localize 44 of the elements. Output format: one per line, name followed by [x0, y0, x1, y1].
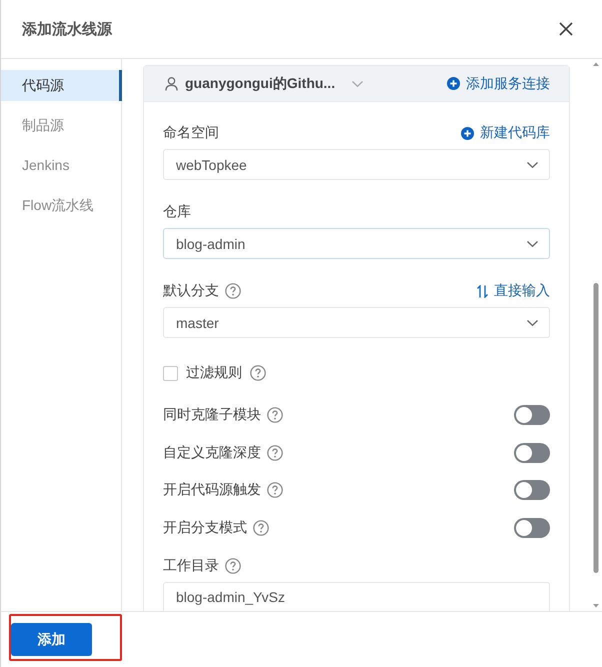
field-label: 仓库	[163, 203, 191, 221]
plus-circle-icon	[461, 126, 474, 140]
sidebar-item[interactable]: 制品源	[1, 110, 121, 141]
checkbox-label: 过滤规则	[186, 364, 242, 382]
field-label: 命名空间	[163, 124, 219, 142]
dialog-title: 添加流水线源	[22, 20, 112, 38]
select-field[interactable]: master	[163, 307, 550, 338]
sidebar-item[interactable]: 代码源	[1, 70, 122, 101]
account-select[interactable]: guanygongui的Githu...	[165, 74, 364, 92]
person-icon	[165, 76, 178, 90]
help-icon[interactable]	[250, 365, 266, 381]
toggle-label: 开启分支模式	[163, 518, 247, 536]
add-button[interactable]: 添加	[11, 623, 92, 656]
checkbox[interactable]	[163, 366, 178, 380]
help-icon[interactable]	[253, 520, 269, 536]
help-icon[interactable]	[225, 558, 241, 574]
action-link[interactable]: 添加服务连接	[447, 74, 550, 92]
action-link[interactable]: 直接输入	[477, 282, 550, 300]
chevron-down-icon	[527, 320, 538, 326]
sidebar-item[interactable]: Jenkins	[1, 150, 121, 181]
toggle-switch[interactable]	[514, 480, 550, 500]
help-icon[interactable]	[267, 482, 283, 498]
toggle-label: 开启代码源触发	[163, 481, 261, 499]
close-icon[interactable]	[559, 22, 573, 36]
select-field[interactable]: blog-admin	[163, 228, 550, 259]
toggle-label: 自定义克隆深度	[163, 444, 261, 462]
select-field[interactable]: webTopkee	[163, 149, 550, 180]
toggle-switch[interactable]	[514, 518, 550, 538]
text-field[interactable]: blog-admin_YvSz	[163, 582, 550, 611]
toggle-switch[interactable]	[514, 442, 550, 462]
field-label: 工作目录	[163, 556, 219, 574]
toggle-label: 同时克隆子模块	[163, 406, 261, 424]
sidebar-item[interactable]: Flow流水线	[1, 190, 121, 221]
chevron-down-icon	[527, 162, 538, 168]
swap-arrows-icon	[477, 284, 488, 298]
action-link[interactable]: 新建代码库	[461, 124, 550, 142]
toggle-switch[interactable]	[514, 405, 550, 425]
chevron-down-icon	[527, 240, 538, 246]
help-icon[interactable]	[267, 444, 283, 460]
help-icon[interactable]	[225, 283, 241, 299]
field-label: 默认分支	[163, 282, 219, 300]
plus-circle-icon	[447, 77, 460, 90]
chevron-down-icon	[352, 80, 364, 86]
help-icon[interactable]	[267, 407, 283, 423]
